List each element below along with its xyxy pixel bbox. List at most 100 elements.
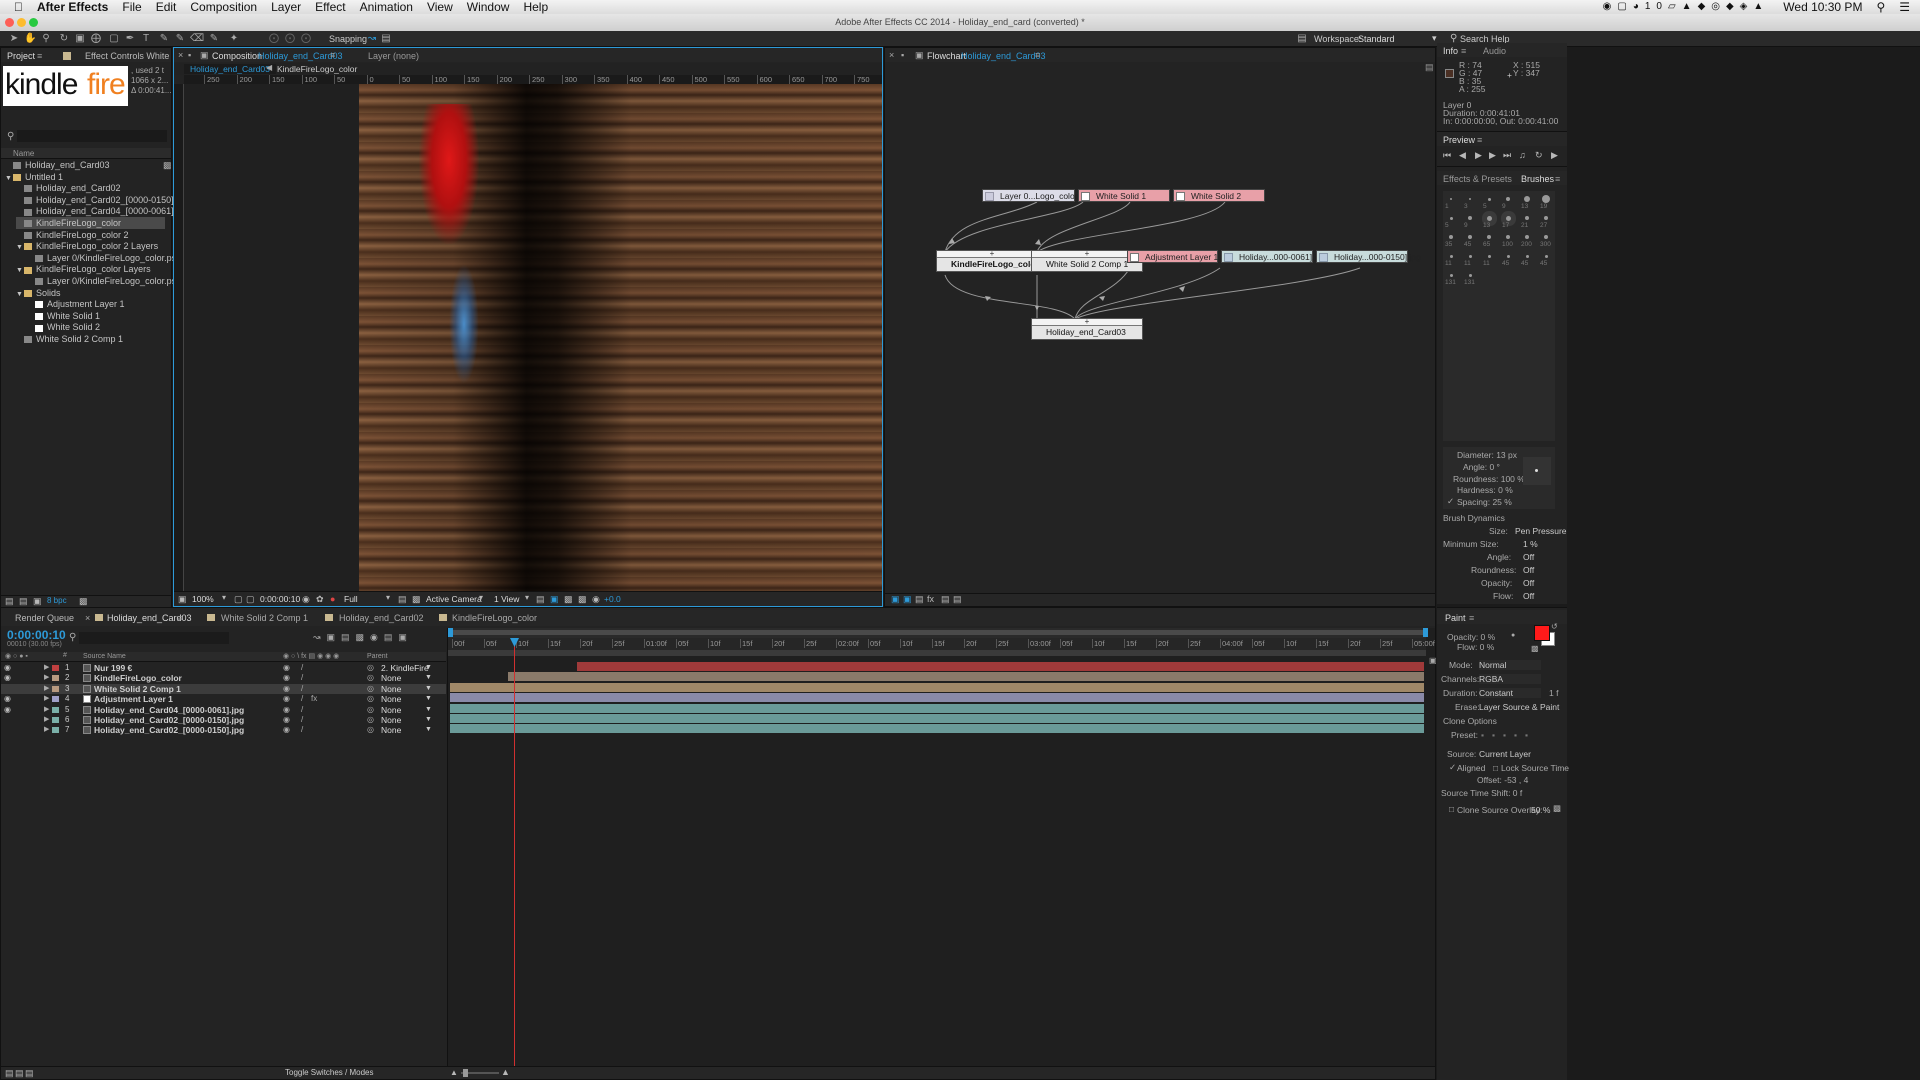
audio-icon[interactable]: ♫: [1519, 150, 1526, 160]
list-icon[interactable]: ☰: [1892, 0, 1920, 14]
layer-duration-bar[interactable]: [450, 693, 1424, 703]
chevron-down-icon[interactable]: ▼: [425, 705, 432, 715]
chevron-down-icon[interactable]: ▼: [425, 663, 432, 673]
clone-preset-buttons[interactable]: ▪▪▪▪▪: [1481, 730, 1536, 740]
layer-row[interactable]: ▶ 7 Holiday_end_Card02_[0000-0150].jpg ◉ / ◎ N…: [1, 725, 446, 735]
paint-mode-select[interactable]: Normal: [1479, 660, 1541, 670]
brush-tip[interactable]: [1449, 273, 1453, 277]
hand-tool-icon[interactable]: ✋: [24, 33, 36, 45]
project-item[interactable]: Layer 0/KindleFireLogo_color.psd: [27, 252, 181, 264]
chevron-down-icon[interactable]: ▼: [425, 673, 432, 683]
previous-frame-icon[interactable]: ◀: [1459, 150, 1466, 161]
work-area-start-handle[interactable]: [448, 628, 453, 637]
timeline-switches[interactable]: ↝▣▤▩◉▤▣: [313, 632, 443, 644]
expand-transfer-icon[interactable]: ▤: [15, 1068, 24, 1079]
project-item[interactable]: ▼ Untitled 1: [5, 171, 165, 183]
workspace-select[interactable]: Standard: [1358, 34, 1438, 44]
tab-brushes[interactable]: Brushes: [1521, 172, 1554, 186]
column-name[interactable]: Name: [13, 149, 34, 158]
paint-flow[interactable]: Flow: 0 %: [1457, 642, 1494, 652]
flow-node-holiday-0150[interactable]: Holiday...000-0150].jpg: [1316, 250, 1421, 263]
view-layout-select[interactable]: 1 View: [494, 594, 519, 604]
camera-view-select[interactable]: Active Camera: [426, 594, 482, 604]
tab-layer[interactable]: Layer (none): [368, 49, 419, 63]
chevron-down-icon[interactable]: ▾: [525, 593, 529, 602]
quality-switch-icon[interactable]: /: [301, 663, 303, 673]
clone-overlay-value[interactable]: 50 %: [1531, 805, 1550, 815]
quality-switch-icon[interactable]: /: [301, 684, 303, 694]
zoom-tool-icon[interactable]: ⚲: [40, 33, 52, 45]
flow-node-holiday-end-card03[interactable]: + Holiday_end_Card03: [1031, 318, 1143, 340]
project-item[interactable]: KindleFireLogo_color 2: [16, 229, 165, 241]
paint-erase-select[interactable]: Layer Source & Paint: [1479, 702, 1559, 712]
panel-menu-icon[interactable]: ≡: [1469, 611, 1474, 625]
menu-composition[interactable]: Composition: [183, 0, 264, 14]
brush-tip[interactable]: [1450, 198, 1452, 200]
zoom-window-button[interactable]: [29, 18, 38, 27]
label-color-swatch[interactable]: [52, 675, 59, 682]
dyn-roundness-select[interactable]: Off: [1523, 565, 1534, 575]
tab-info[interactable]: Info: [1443, 44, 1458, 58]
label-color-swatch[interactable]: [52, 727, 59, 734]
brush-tip[interactable]: [1469, 198, 1471, 200]
label-color-swatch[interactable]: [52, 706, 59, 713]
resolution-select[interactable]: Full: [344, 594, 358, 604]
dyn-size-select[interactable]: Pen Pressure: [1497, 526, 1567, 536]
axis-view-icon[interactable]: ⨀: [300, 33, 312, 45]
axis-local-icon[interactable]: ⨀: [268, 33, 280, 45]
current-time-indicator[interactable]: [514, 638, 515, 1068]
layer-duration-bar[interactable]: [450, 703, 1424, 713]
chevron-down-icon[interactable]: ▼: [425, 694, 432, 704]
expand-layer-icon[interactable]: ▤: [5, 1068, 14, 1079]
layer-duration-bar[interactable]: [508, 672, 1424, 682]
dyn-min-size-value[interactable]: 1 %: [1523, 539, 1538, 549]
brush-tip[interactable]: [1468, 273, 1472, 277]
chevron-down-icon[interactable]: ▼: [425, 684, 432, 694]
brush-tool-icon[interactable]: ✎: [158, 33, 170, 45]
flow-node-white-solid-1[interactable]: White Solid 1: [1078, 189, 1170, 202]
show-snapshot-icon[interactable]: ✿: [316, 594, 324, 605]
brush-tip[interactable]: [1487, 254, 1491, 258]
new-folder-icon[interactable]: ▤: [19, 596, 28, 607]
clone-stamp-tool-icon[interactable]: ✎: [174, 33, 186, 45]
expand-arrow-icon[interactable]: ▶: [44, 705, 49, 715]
layer-name[interactable]: KindleFireLogo_color: [94, 673, 182, 683]
visibility-eye-icon[interactable]: ◉: [4, 663, 11, 673]
quality-switch-icon[interactable]: /: [301, 673, 303, 683]
layer-duration-bar[interactable]: [576, 662, 1424, 671]
shy-switch-icon[interactable]: ◉: [283, 684, 290, 694]
disclosure-arrow-icon[interactable]: ▼: [16, 242, 24, 254]
trash-icon[interactable]: ▩: [79, 596, 88, 607]
transparency-grid-icon[interactable]: ▩: [412, 594, 421, 605]
flow-node-psd[interactable]: Layer 0...Logo_color.psd: [982, 189, 1093, 202]
panel-menu-icon[interactable]: ≡: [1477, 133, 1482, 147]
status-icons[interactable]: ◉▢◕10▱▲◆◎◆◈▲: [1596, 0, 1777, 14]
project-item[interactable]: Holiday_end_Card02_[0000-0150].jpg: [16, 194, 188, 206]
minimize-window-button[interactable]: [17, 18, 26, 27]
brush-tip[interactable]: [1544, 216, 1548, 220]
loop-icon[interactable]: ↻: [1535, 150, 1543, 161]
menu-effect[interactable]: Effect: [308, 0, 352, 14]
brush-tip[interactable]: [1525, 235, 1529, 239]
zoom-in-icon[interactable]: ▲: [501, 1067, 510, 1077]
timeline-current-time[interactable]: 0:00:00:10: [7, 628, 66, 642]
type-tool-icon[interactable]: T: [140, 33, 152, 45]
project-item[interactable]: ▼ KindleFireLogo_color Layers: [16, 263, 165, 275]
chevron-down-icon[interactable]: ▾: [222, 593, 226, 602]
expand-stretch-icon[interactable]: ▤: [25, 1068, 34, 1079]
difference-mode-icon[interactable]: ▩: [1553, 803, 1561, 814]
close-icon[interactable]: ×: [178, 48, 183, 62]
brush-tip[interactable]: [1525, 254, 1529, 258]
parent-select[interactable]: None: [381, 725, 401, 735]
rotate-tool-icon[interactable]: ↻: [58, 33, 70, 45]
parent-header[interactable]: Parent: [367, 653, 388, 660]
bpc-button[interactable]: 8 bpc: [47, 596, 67, 605]
swap-colors-icon[interactable]: ↺: [1551, 622, 1558, 631]
shy-switch-icon[interactable]: ◉: [283, 715, 290, 725]
parent-select[interactable]: 2. KindleFire: [381, 663, 429, 673]
project-item[interactable]: Holiday_end_Card02: [16, 182, 165, 194]
layer-row[interactable]: ▶ 6 Holiday_end_Card02_[0000-0150].jpg ◉ / ◎ N…: [1, 715, 446, 725]
expand-arrow-icon[interactable]: ▶: [44, 673, 49, 683]
layer-row[interactable]: ◉ ▶ 2 KindleFireLogo_color ◉ / ◎ None ▼: [1, 673, 446, 683]
brush-tip[interactable]: [1544, 254, 1548, 258]
